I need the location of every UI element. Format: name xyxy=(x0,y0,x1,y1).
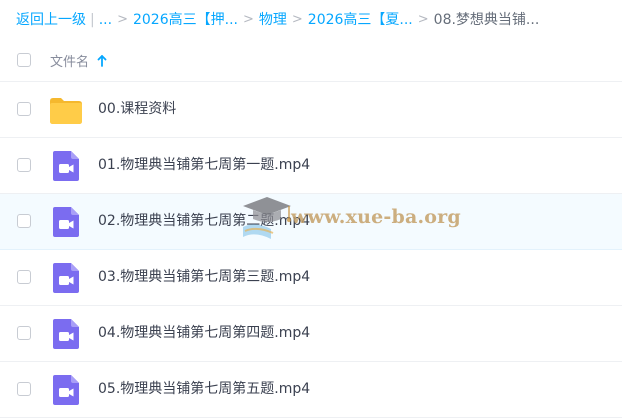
file-name[interactable]: 00.课程资料 xyxy=(98,82,176,137)
file-row[interactable]: 05.物理典当铺第七周第五题.mp4 xyxy=(0,362,622,418)
file-list-header: 文件名 xyxy=(0,40,622,82)
select-all-checkbox[interactable] xyxy=(17,53,31,67)
file-name[interactable]: 04.物理典当铺第七周第四题.mp4 xyxy=(98,306,310,361)
breadcrumb-item[interactable]: 2026高三【夏... xyxy=(308,9,413,31)
file-name[interactable]: 02.物理典当铺第七周第二题.mp4 xyxy=(98,194,310,249)
row-checkbox[interactable] xyxy=(17,214,31,228)
video-file-icon xyxy=(53,263,79,293)
file-row[interactable]: 01.物理典当铺第七周第一题.mp4 xyxy=(0,138,622,194)
video-file-icon xyxy=(53,319,79,349)
row-checkbox[interactable] xyxy=(17,382,31,396)
file-row[interactable]: 02.物理典当铺第七周第二题.mp4 xyxy=(0,194,622,250)
breadcrumb-item[interactable]: 2026高三【押... xyxy=(133,9,238,31)
chevron-right-icon: > xyxy=(242,12,254,27)
file-name[interactable]: 03.物理典当铺第七周第三题.mp4 xyxy=(98,250,310,305)
row-checkbox[interactable] xyxy=(17,158,31,172)
row-checkbox[interactable] xyxy=(17,326,31,340)
video-file-icon xyxy=(53,151,79,181)
file-list: 00.课程资料 01.物理典当铺第七周第一题.mp4 02.物理典当铺第七周第二… xyxy=(0,82,622,418)
chevron-right-icon: > xyxy=(117,12,128,27)
video-file-icon xyxy=(53,375,79,405)
folder-icon xyxy=(50,98,82,124)
back-link[interactable]: 返回上一级 xyxy=(16,9,86,31)
file-name[interactable]: 01.物理典当铺第七周第一题.mp4 xyxy=(98,138,310,193)
file-row[interactable]: 03.物理典当铺第七周第三题.mp4 xyxy=(0,250,622,306)
column-header-filename[interactable]: 文件名 xyxy=(50,51,107,70)
breadcrumb: 返回上一级 | ... > 2026高三【押... > 物理 > 2026高三【… xyxy=(16,9,539,31)
file-row[interactable]: 04.物理典当铺第七周第四题.mp4 xyxy=(0,306,622,362)
chevron-right-icon: > xyxy=(417,12,429,27)
row-checkbox[interactable] xyxy=(17,102,31,116)
breadcrumb-item[interactable]: 物理 xyxy=(259,9,287,31)
file-row[interactable]: 00.课程资料 xyxy=(0,82,622,138)
breadcrumb-ellipsis[interactable]: ... xyxy=(99,9,112,31)
chevron-right-icon: > xyxy=(291,12,303,27)
file-name[interactable]: 05.物理典当铺第七周第五题.mp4 xyxy=(98,362,310,417)
sort-ascending-icon[interactable] xyxy=(97,54,107,67)
column-header-label: 文件名 xyxy=(50,55,90,70)
breadcrumb-current: 08.梦想典当铺... xyxy=(433,12,540,28)
row-checkbox[interactable] xyxy=(17,270,31,284)
video-file-icon xyxy=(53,207,79,237)
breadcrumb-divider: | xyxy=(90,12,95,28)
